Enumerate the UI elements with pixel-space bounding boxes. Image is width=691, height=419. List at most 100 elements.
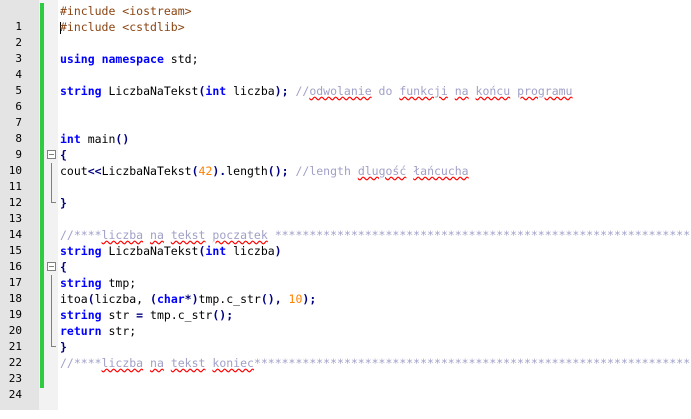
comment: do (371, 84, 400, 98)
comment: //**** (60, 228, 102, 242)
comment (164, 228, 171, 242)
comment-misspelled: na (150, 228, 164, 242)
fold-line-icon (47, 163, 56, 179)
code-text: { (60, 147, 67, 163)
keyword: string (60, 244, 102, 258)
code-line[interactable]: 4 using namespace std; (0, 51, 691, 81)
code-text: using namespace std; (60, 51, 199, 67)
code-line[interactable]: 14 (0, 211, 691, 241)
fold-collapse-icon[interactable] (47, 259, 56, 275)
comment (143, 228, 150, 242)
comment (143, 356, 150, 370)
comment-misspelled: na (150, 356, 164, 370)
code-text: string str = tmp.c_str(); (60, 307, 233, 323)
operator: { (60, 260, 67, 274)
code-line[interactable]: 21 return str; (0, 323, 691, 353)
comment (469, 84, 476, 98)
comment-misspelled: funkcji (399, 84, 448, 98)
code-line[interactable]: 17 { (0, 259, 691, 289)
code-token: length (226, 164, 268, 178)
comment: //**** (60, 356, 102, 370)
operator: () (115, 132, 130, 146)
code-token: cout (60, 164, 88, 178)
operator: ); (302, 292, 317, 306)
comment-misspelled: koniec (212, 356, 254, 370)
keyword: string (60, 276, 102, 290)
fold-vline-icon (51, 179, 52, 195)
keyword: using (60, 52, 95, 66)
keyword: return (60, 324, 102, 338)
comment: ****************************************… (253, 356, 691, 370)
fold-end-mark-icon (51, 195, 56, 203)
code-line[interactable]: 3 (0, 35, 691, 65)
code-line[interactable]: 5 (0, 67, 691, 97)
code-line[interactable]: 6 string LiczbaNaTekst(int liczba); //od… (0, 83, 691, 113)
operator: ) (274, 244, 282, 258)
code-line[interactable]: 8 (0, 115, 691, 145)
code-line[interactable]: 12 (0, 179, 691, 209)
code-line[interactable]: 11 cout<<LiczbaNaTekst(42).length(); //l… (0, 163, 691, 193)
fold-end-icon (47, 339, 56, 355)
code-line[interactable]: 2 #include <cstdlib> (0, 19, 691, 49)
code-line[interactable]: 7 (0, 99, 691, 129)
code-text: //****liczba na tekst koniec************… (60, 355, 691, 371)
code-text: { (60, 259, 67, 275)
code-text: string LiczbaNaTekst(int liczba); //odwo… (60, 83, 572, 99)
code-text: int main() (60, 131, 129, 147)
operator: *) (184, 292, 199, 306)
fold-end-mark-icon (51, 339, 56, 347)
comment-misspelled: tekst (170, 356, 206, 370)
code-line[interactable]: 19 itoa(liczba, (char*)tmp.c_str(), 10); (0, 291, 691, 321)
code-editor[interactable]: 1 #include <iostream> 2 #include <cstdli… (0, 3, 691, 401)
code-text: return str; (60, 323, 136, 339)
code-line[interactable]: 15 //****liczba na tekst poczatek ******… (0, 227, 691, 257)
fold-vline-icon (51, 163, 52, 179)
code-line[interactable]: 20 string str = tmp.c_str(); (0, 307, 691, 337)
comment-misspelled: liczba (101, 228, 144, 242)
comment-misspelled: końcu (475, 84, 511, 98)
fold-box-icon[interactable] (47, 150, 56, 159)
preprocessor-directive: #include <cstdlib> (60, 20, 185, 34)
code-line[interactable]: 18 string tmp; (0, 275, 691, 305)
preprocessor-directive: #include <iostream> (60, 4, 192, 18)
comment-misspelled: poczatek (212, 228, 268, 242)
code-token: liczba (226, 84, 275, 98)
code-line[interactable]: 1 #include <iostream> (0, 3, 691, 33)
keyword: int (205, 84, 227, 98)
comment-misspelled: tekst (170, 228, 206, 242)
code-line[interactable]: 9 int main() (0, 131, 691, 161)
code-text: cout<<LiczbaNaTekst(42).length(); //leng… (60, 163, 469, 179)
keyword: string (60, 308, 102, 322)
code-line[interactable]: 24 (0, 371, 691, 401)
code-line[interactable]: 13 } (0, 195, 691, 225)
fold-collapse-icon[interactable] (47, 147, 56, 163)
code-line[interactable]: 10 { (0, 147, 691, 177)
code-line[interactable]: 16 string LiczbaNaTekst(int liczba) (0, 243, 691, 273)
comment: //length (288, 164, 358, 178)
fold-box-icon[interactable] (47, 262, 56, 271)
fold-line-icon (47, 307, 56, 323)
operator: << (87, 164, 102, 178)
code-text: string LiczbaNaTekst(int liczba) (60, 243, 282, 259)
code-line[interactable]: 23 //****liczba na tekst koniec*********… (0, 355, 691, 385)
keyword: char (156, 292, 185, 306)
operator: ( (150, 292, 157, 306)
fold-vline-icon (51, 307, 52, 323)
keyword: string (60, 84, 102, 98)
fold-vline-icon (51, 323, 52, 339)
code-text: #include <iostream> (60, 3, 192, 19)
comment-misspelled: liczba (101, 356, 144, 370)
operator: (); (267, 164, 289, 178)
operator: (), (260, 292, 289, 306)
code-text: //****liczba na tekst poczatek *********… (60, 227, 691, 243)
code-token: tmp.c_str (143, 308, 213, 322)
code-token: LiczbaNaTekst (101, 84, 199, 98)
code-token: LiczbaNaTekst (101, 244, 199, 258)
operator: } (60, 196, 67, 210)
operator: ). (212, 164, 227, 178)
number-literal: 42 (198, 164, 213, 178)
code-token: liczba (226, 244, 275, 258)
code-line[interactable]: 22 } (0, 339, 691, 369)
comment: // (288, 84, 310, 98)
